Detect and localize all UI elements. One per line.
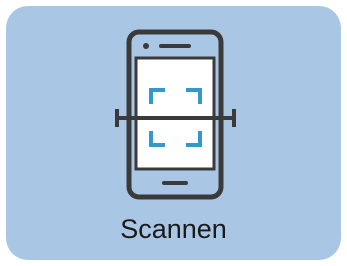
scan-tile-button[interactable]: Scannen [6, 6, 341, 260]
camera-dot [143, 43, 149, 49]
phone-screen [134, 56, 216, 171]
tile-label: Scannen [120, 214, 227, 244]
